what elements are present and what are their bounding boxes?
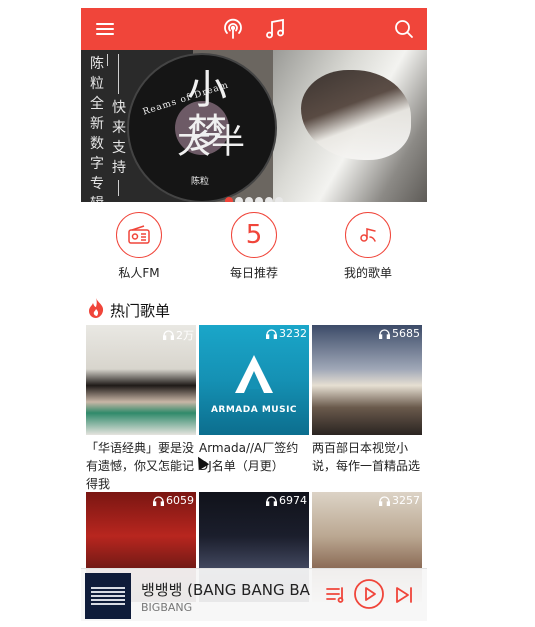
daily-recommend-label: 每日推荐: [229, 266, 278, 280]
artist-signature: 陈粒: [191, 177, 210, 187]
play-count-value: 2万: [176, 329, 194, 342]
playlist-card[interactable]: ARMADA MUSIC 3232 Armada//A厂签约DJ名单（月更）: [199, 325, 309, 493]
promo-banner[interactable]: 陈粒全新数字专辑 快来支持 Reams of Dream 小梦 大半 陈粒: [81, 50, 427, 202]
play-count-value: 3257: [392, 494, 420, 507]
play-count: 5685: [379, 327, 420, 340]
banner-pagination: [225, 190, 285, 202]
pagination-dot[interactable]: [245, 197, 253, 202]
my-playlists-label: 我的歌单: [343, 266, 392, 280]
playlist-cover: ARMADA MUSIC 3232: [199, 325, 309, 435]
play-count: 6974: [266, 494, 307, 507]
calendar-5-icon: 5: [231, 212, 277, 258]
now-playing-cover[interactable]: [85, 573, 131, 619]
divider: [118, 54, 119, 94]
playlist-cover: 5685: [312, 325, 422, 435]
my-playlists-button[interactable]: 我的歌单: [318, 212, 418, 281]
headphones-icon: [379, 495, 390, 506]
playlist-title: 「华语经典」要是没有遗憾，你又怎能记得我: [86, 441, 195, 491]
section-title: 热门歌单: [110, 301, 171, 320]
headphones-icon: [266, 328, 277, 339]
pagination-dot[interactable]: [265, 197, 273, 202]
play-count: 3232: [266, 327, 307, 340]
top-bar: [81, 8, 427, 50]
album-title-line-2: 大半: [177, 122, 245, 162]
playlist-queue-icon[interactable]: [325, 584, 347, 610]
private-fm-label: 私人FM: [118, 266, 160, 280]
playlist-cover: 2万: [86, 325, 196, 435]
play-count: 6059: [153, 494, 194, 507]
hot-playlists-header[interactable]: 热门歌单: [87, 298, 171, 322]
pagination-dot[interactable]: [225, 197, 233, 202]
pagination-dot[interactable]: [275, 197, 283, 202]
music-note-icon[interactable]: [263, 17, 287, 41]
private-fm-button[interactable]: 私人FM: [89, 212, 189, 281]
play-count: 3257: [379, 494, 420, 507]
app-screen: 陈粒全新数字专辑 快来支持 Reams of Dream 小梦 大半 陈粒 私人…: [81, 8, 427, 627]
cover-stripe: [91, 603, 125, 605]
playlist-title: 两百部日本视觉小说，每作一首精品选: [312, 441, 421, 473]
pagination-dot[interactable]: [255, 197, 263, 202]
mini-player[interactable]: 뱅뱅뱅 (BANG BANG BANG) BIGBANG: [81, 568, 427, 621]
play-count-value: 3232: [279, 327, 307, 340]
podcast-icon[interactable]: [221, 17, 245, 41]
headphones-icon: [163, 330, 174, 340]
cover-stripe: [91, 599, 125, 601]
daily-number: 5: [245, 220, 263, 250]
flame-icon: [87, 298, 105, 322]
next-track-icon[interactable]: [393, 584, 415, 610]
divider: [107, 54, 108, 66]
now-playing-title: 뱅뱅뱅 (BANG BANG BANG): [141, 581, 311, 599]
playlist-title: Armada//A厂签约DJ名单（月更）: [199, 441, 299, 473]
cover-stripe: [91, 587, 125, 589]
headphones-icon: [379, 328, 390, 339]
banner-vertical-text-1: 陈粒全新数字专辑: [90, 56, 104, 202]
headphones-icon: [266, 495, 277, 506]
headphones-icon: [153, 495, 164, 506]
divider: [118, 180, 119, 196]
pagination-dot[interactable]: [235, 197, 243, 202]
play-button[interactable]: [353, 578, 385, 614]
cover-stripe: [91, 595, 125, 597]
playlist-card[interactable]: 5685 两百部日本视觉小说，每作一首精品选: [312, 325, 422, 493]
music-list-icon: [345, 212, 391, 258]
play-count-value: 6059: [166, 494, 194, 507]
menu-icon[interactable]: [93, 17, 117, 41]
playlist-card[interactable]: 2万 「华语经典」要是没有遗憾，你又怎能记得我: [86, 325, 196, 493]
play-count-value: 6974: [279, 494, 307, 507]
banner-vertical-text-2: 快来支持: [112, 100, 126, 176]
search-icon[interactable]: [392, 17, 416, 41]
radio-icon: [116, 212, 162, 258]
now-playing-artist: BIGBANG: [141, 601, 193, 614]
daily-recommend-button[interactable]: 5 每日推荐: [204, 212, 304, 281]
cover-caption: ARMADA MUSIC: [210, 405, 298, 415]
cover-stripe: [91, 591, 125, 593]
armada-logo-icon: [235, 355, 273, 393]
play-count: 2万: [163, 327, 194, 343]
play-count-value: 5685: [392, 327, 420, 340]
